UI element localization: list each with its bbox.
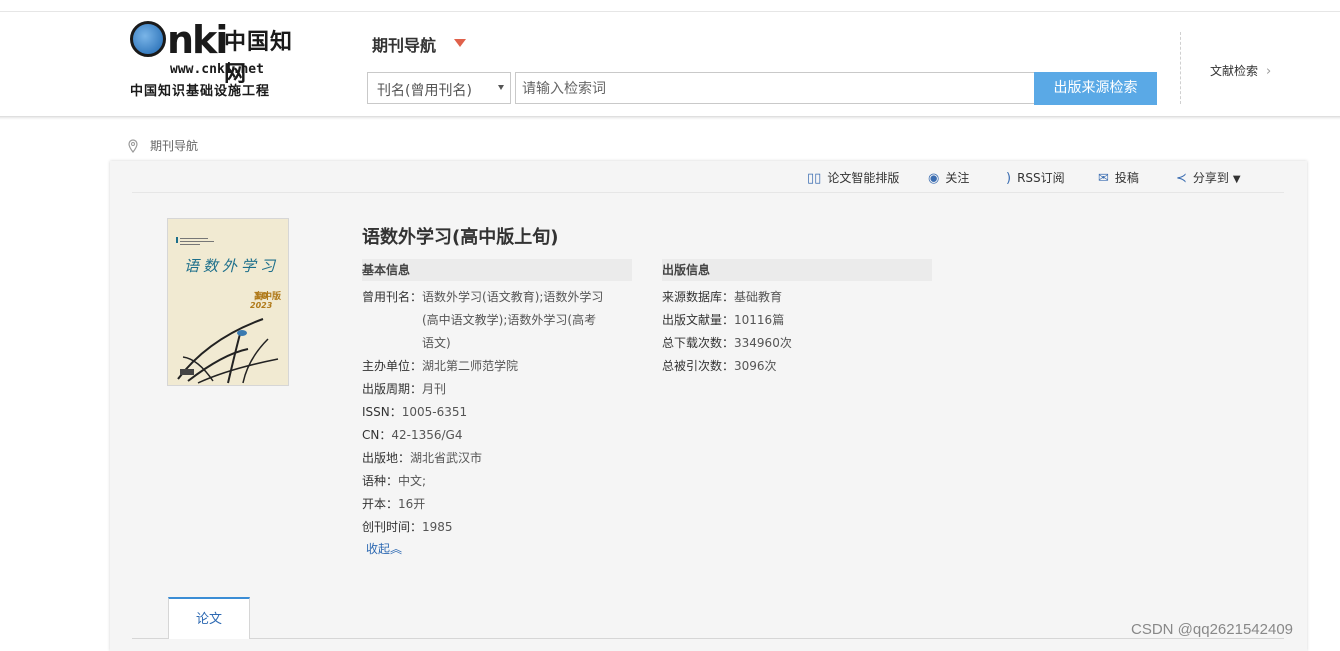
info-key: 总被引次数： — [662, 359, 735, 373]
header-divider — [1180, 32, 1181, 104]
info-row: 总被引次数：3096次 — [662, 355, 777, 378]
submit-label: 投稿 — [1114, 171, 1139, 185]
info-key: 创刊时间： — [362, 520, 423, 534]
breadcrumb-item[interactable]: 期刊导航 — [150, 139, 198, 153]
info-value: 基础教育 — [734, 290, 783, 304]
tab-divider — [132, 638, 1284, 639]
info-value: 334960次 — [734, 336, 792, 350]
layout-icon: ▯▯ — [807, 171, 822, 186]
info-row: 语文) — [422, 332, 451, 355]
info-value: 16开 — [398, 497, 426, 511]
info-row: 语种：中文; — [362, 470, 426, 493]
dropdown-arrow-icon — [498, 85, 504, 90]
info-row: 出版地：湖北省武汉市 — [362, 447, 482, 470]
share-button[interactable]: ≺ 分享到 ▼ — [1176, 169, 1241, 186]
info-key: 语种： — [362, 474, 399, 488]
smart-layout-button[interactable]: ▯▯ 论文智能排版 — [807, 169, 899, 186]
tab-papers[interactable]: 论文 — [168, 597, 250, 639]
smart-layout-label: 论文智能排版 — [827, 171, 900, 185]
info-value: 10116篇 — [734, 313, 785, 327]
info-key: CN： — [362, 428, 392, 442]
info-row: CN：42-1356/G4 — [362, 424, 462, 447]
doc-search-link[interactable]: 文献检索 › — [1210, 62, 1271, 79]
info-row: 主办单位：湖北第二师范学院 — [362, 355, 518, 378]
chevron-right-icon: › — [1266, 64, 1272, 79]
search-input[interactable] — [520, 74, 1024, 104]
doc-search-label: 文献检索 — [1210, 64, 1259, 78]
search-button[interactable]: 出版来源检索 — [1034, 72, 1157, 105]
info-row: 创刊时间：1985 — [362, 516, 453, 539]
info-key: 总下载次数： — [662, 336, 735, 350]
caret-down-icon[interactable] — [454, 39, 466, 47]
cnki-logo[interactable]: nki 中国知网 www.cnki.net 中国知识基础设施工程 — [130, 18, 315, 99]
follow-label: 关注 — [945, 171, 970, 185]
info-value: 湖北省武汉市 — [410, 451, 483, 465]
logo-subtitle: 中国知识基础设施工程 — [130, 84, 271, 99]
journal-panel: ▯▯ 论文智能排版 ◉ 关注 ) RSS订阅 ✉ 投稿 ≺ 分享到 ▼ 语数外学习 高中版 … — [110, 161, 1307, 651]
rss-label: RSS订阅 — [1017, 171, 1065, 185]
info-value: 语数外学习(语文教育);语数外学习 — [422, 290, 604, 304]
info-row: 总下载次数：334960次 — [662, 332, 792, 355]
info-key: 出版文献量： — [662, 313, 735, 327]
info-key: 来源数据库： — [662, 290, 735, 304]
info-value: 42-1356/G4 — [391, 428, 463, 442]
follow-button[interactable]: ◉ 关注 — [928, 169, 969, 186]
info-value: 1985 — [422, 520, 453, 534]
search-field-select[interactable]: 刊名(曾用刊名) — [367, 72, 511, 104]
share-icon: ≺ — [1176, 171, 1187, 186]
info-row: 曾用刊名：语数外学习(语文教育);语数外学习 — [362, 286, 603, 309]
orchid-illustration — [177, 318, 279, 384]
info-value: 3096次 — [734, 359, 777, 373]
publish-info-header: 出版信息 — [662, 259, 932, 281]
journal-cover-image[interactable]: 语数外学习 高中版 10 2023 — [167, 218, 289, 386]
logo-mark-text: nki — [167, 18, 228, 62]
share-label: 分享到 — [1192, 171, 1229, 185]
mail-icon: ✉ — [1098, 171, 1109, 186]
toolbar-divider — [132, 192, 1284, 193]
caret-down-icon: ▼ — [1232, 174, 1241, 185]
eye-icon: ◉ — [928, 171, 940, 186]
rss-button[interactable]: ) RSS订阅 — [1006, 169, 1065, 186]
journal-title: 语数外学习(高中版上旬) — [362, 227, 559, 248]
info-row: 出版文献量：10116篇 — [662, 309, 784, 332]
info-row: 出版周期：月刊 — [362, 378, 446, 401]
globe-icon — [130, 21, 166, 57]
info-row: (高中语文教学);语数外学习(高考 — [422, 309, 596, 332]
info-value: (高中语文教学);语数外学习(高考 — [422, 313, 597, 327]
info-row: ISSN：1005-6351 — [362, 401, 467, 424]
info-value: 中文; — [398, 474, 427, 488]
cover-title: 语数外学习 — [184, 257, 280, 275]
info-value: 1005-6351 — [401, 405, 468, 419]
submit-button[interactable]: ✉ 投稿 — [1098, 169, 1139, 186]
search-box[interactable] — [515, 72, 1035, 104]
info-key: ISSN： — [362, 405, 402, 419]
info-key: 出版地： — [362, 451, 411, 465]
watermark: CSDN @qq2621542409 — [1131, 621, 1294, 638]
basic-info-header: 基本信息 — [362, 259, 632, 281]
logo-url: www.cnki.net — [170, 62, 264, 77]
info-row: 开本：16开 — [362, 493, 425, 516]
select-value: 刊名(曾用刊名) — [377, 83, 472, 99]
collapse-link[interactable]: 收起︽ — [366, 540, 402, 557]
journal-nav-title[interactable]: 期刊导航 — [372, 32, 436, 56]
breadcrumb: 期刊导航 — [128, 137, 198, 154]
info-key: 主办单位： — [362, 359, 423, 373]
cover-header-graphic — [176, 237, 214, 245]
info-value: 湖北第二师范学院 — [422, 359, 519, 373]
logo-chinese: 中国知网 — [224, 29, 294, 87]
header-shadow — [0, 116, 1340, 120]
location-pin-icon — [128, 139, 138, 153]
info-key: 出版周期： — [362, 382, 423, 396]
logo-mark: nki — [130, 18, 228, 62]
info-value: 语文) — [422, 336, 451, 350]
rss-icon: ) — [1006, 171, 1012, 186]
info-key: 曾用刊名： — [362, 290, 423, 304]
info-row: 来源数据库：基础教育 — [662, 286, 782, 309]
info-value: 月刊 — [422, 382, 447, 396]
info-key: 开本： — [362, 497, 399, 511]
